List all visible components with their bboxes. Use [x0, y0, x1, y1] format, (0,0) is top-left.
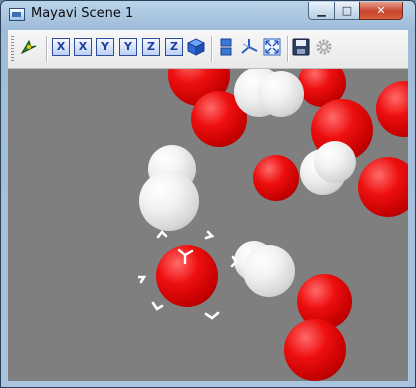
axes-glyph-icon — [177, 248, 194, 265]
view-x-plus-button[interactable]: X — [74, 38, 92, 56]
white-atom — [314, 141, 356, 183]
view-z-plus-button[interactable]: Z — [165, 38, 183, 56]
white-atom — [258, 71, 304, 117]
window-icon — [9, 8, 25, 21]
minimize-button[interactable]: ▁ — [308, 2, 335, 20]
full-screen-button[interactable] — [263, 38, 281, 56]
red-atom — [284, 319, 346, 381]
3d-scene-viewport[interactable] — [8, 68, 408, 381]
gear-icon — [316, 39, 332, 55]
toolbar-separator — [46, 36, 48, 62]
floppy-disk-icon — [292, 38, 310, 56]
scene-toolbar: X X Y Y Z Z — [8, 30, 408, 68]
white-atom — [139, 171, 199, 231]
close-button[interactable]: ✕ — [359, 2, 403, 20]
save-scene-button[interactable] — [292, 38, 310, 56]
selection-handles — [138, 230, 238, 320]
toolbar-separator — [211, 36, 213, 62]
mayavi-icon — [20, 39, 37, 55]
projection-icon — [220, 38, 232, 56]
mayavi-logo-button[interactable] — [20, 38, 38, 56]
white-atom — [243, 245, 295, 297]
expand-icon — [263, 38, 281, 56]
maximize-button[interactable]: □ — [334, 2, 360, 20]
view-x-minus-button[interactable]: X — [52, 38, 70, 56]
red-atom — [376, 81, 408, 137]
axes-indicator-button[interactable] — [240, 38, 258, 56]
red-atom — [358, 157, 408, 217]
view-z-minus-button[interactable]: Z — [142, 38, 160, 56]
view-y-plus-button[interactable]: Y — [119, 38, 137, 56]
toolbar-separator — [287, 36, 289, 62]
axes-icon — [241, 39, 258, 54]
cube-icon — [186, 38, 206, 56]
red-atom — [253, 155, 299, 201]
atom-picker-widget[interactable] — [138, 229, 238, 329]
configure-scene-button[interactable] — [315, 38, 333, 56]
isometric-view-button[interactable] — [186, 38, 206, 56]
parallel-projection-button[interactable] — [217, 38, 235, 56]
toolbar-grip[interactable] — [11, 36, 14, 62]
title-bar[interactable]: Mayavi Scene 1 ▁ □ ✕ — [1, 1, 415, 29]
window-title: Mayavi Scene 1 — [31, 6, 134, 21]
mayavi-window: Mayavi Scene 1 ▁ □ ✕ X X Y Y Z Z — [0, 0, 416, 388]
view-y-minus-button[interactable]: Y — [96, 38, 114, 56]
